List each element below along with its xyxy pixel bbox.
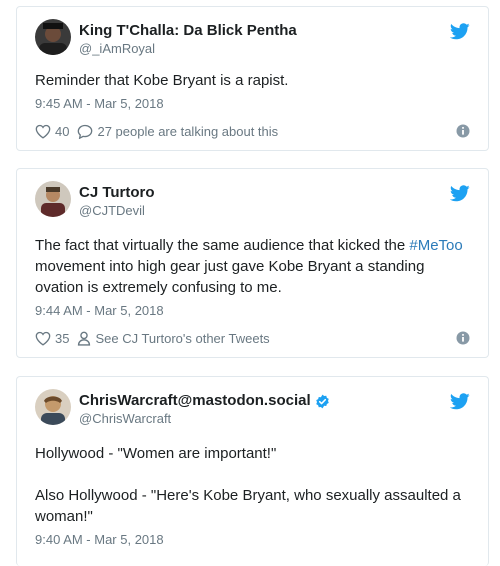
- verified-badge-icon: [315, 394, 329, 408]
- tweet-timestamp[interactable]: 9:45 AM - Mar 5, 2018: [35, 96, 164, 112]
- avatar-image: [35, 389, 71, 425]
- author-info[interactable]: ChrisWarcraft@mastodon.social @ChrisWarc…: [79, 392, 330, 427]
- heart-icon: [35, 124, 51, 139]
- tweet-text: Hollywood - "Women are important!" Also …: [35, 443, 470, 527]
- user-handle[interactable]: @CJTDevil: [79, 203, 155, 219]
- tweet-text: Reminder that Kobe Bryant is a rapist.: [35, 70, 470, 91]
- like-count: 40: [55, 123, 70, 139]
- author-info[interactable]: King T'Challa: Da Blick Pentha @_iAmRoya…: [79, 22, 297, 57]
- tweet-text-paragraph: The fact that virtually the same audienc…: [35, 235, 470, 298]
- talking-about-text: 27 people are talking about this: [97, 123, 279, 139]
- avatar-image: [35, 19, 71, 55]
- author-info[interactable]: CJ Turtoro @CJTDevil: [79, 184, 155, 219]
- other-tweets-text: See CJ Turtoro's other Tweets: [95, 330, 270, 346]
- info-icon[interactable]: [456, 331, 470, 345]
- tweet-text-segment: The fact that virtually the same audienc…: [35, 237, 410, 254]
- display-name-text: CJ Turtoro: [79, 184, 155, 201]
- display-name-text: ChrisWarcraft@mastodon.social: [79, 392, 311, 409]
- tweet-card[interactable]: CJ Turtoro @CJTDevil The fact that virtu…: [16, 168, 489, 358]
- like-button[interactable]: 40: [35, 124, 69, 139]
- heart-icon: [35, 331, 51, 346]
- tweet-text-paragraph: Also Hollywood - "Here's Kobe Bryant, wh…: [35, 487, 461, 525]
- like-count: 35: [55, 330, 70, 346]
- avatar[interactable]: [35, 181, 71, 217]
- tweet-text-paragraph: Hollywood - "Women are important!": [35, 445, 277, 462]
- tweet-actions: 35 See CJ Turtoro's other Tweets: [35, 329, 470, 347]
- like-button[interactable]: 35: [35, 331, 69, 346]
- avatar[interactable]: [35, 389, 71, 425]
- display-name[interactable]: CJ Turtoro: [79, 184, 155, 202]
- tweet-card[interactable]: ChrisWarcraft@mastodon.social @ChrisWarc…: [16, 376, 489, 566]
- twitter-bird-icon[interactable]: [450, 23, 470, 40]
- display-name[interactable]: King T'Challa: Da Blick Pentha: [79, 22, 297, 40]
- avatar[interactable]: [35, 19, 71, 55]
- tweet-actions: 40 27 people are talking about this: [35, 122, 470, 140]
- user-handle[interactable]: @_iAmRoyal: [79, 41, 297, 57]
- avatar-image: [35, 181, 71, 217]
- display-name-text: King T'Challa: Da Blick Pentha: [79, 22, 297, 39]
- tweet-card[interactable]: King T'Challa: Da Blick Pentha @_iAmRoya…: [16, 6, 489, 151]
- tweet-text-line: Reminder that Kobe Bryant is a rapist.: [35, 72, 289, 89]
- talking-about-link[interactable]: 27 people are talking about this: [77, 124, 278, 139]
- tweet-text-segment: movement into high gear just gave Kobe B…: [35, 258, 425, 296]
- display-name[interactable]: ChrisWarcraft@mastodon.social: [79, 392, 330, 410]
- user-handle[interactable]: @ChrisWarcraft: [79, 411, 330, 427]
- twitter-bird-icon[interactable]: [450, 185, 470, 202]
- tweet-timestamp[interactable]: 9:44 AM - Mar 5, 2018: [35, 303, 164, 319]
- other-tweets-link[interactable]: See CJ Turtoro's other Tweets: [77, 330, 270, 346]
- speech-bubble-icon: [78, 124, 93, 139]
- twitter-bird-icon[interactable]: [450, 393, 470, 410]
- hashtag-link[interactable]: #MeToo: [409, 237, 462, 254]
- tweet-timestamp[interactable]: 9:40 AM - Mar 5, 2018: [35, 532, 164, 548]
- info-icon[interactable]: [456, 124, 470, 138]
- tweet-text: The fact that virtually the same audienc…: [35, 235, 470, 298]
- person-icon: [78, 331, 91, 346]
